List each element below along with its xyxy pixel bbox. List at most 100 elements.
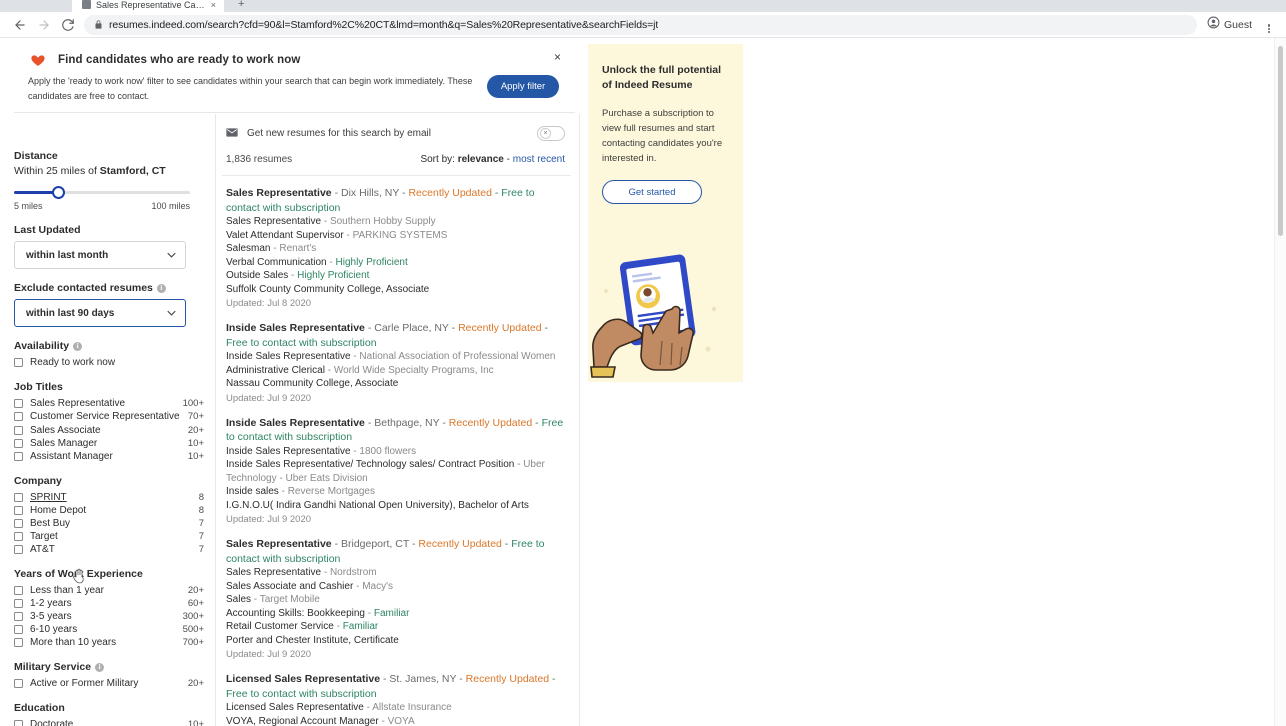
tab-close-icon[interactable]: ×	[211, 0, 216, 10]
option-count: 7	[198, 531, 204, 542]
list-item[interactable]: 3-5 years 300+	[14, 609, 204, 622]
list-item[interactable]: AT&T 7	[14, 542, 204, 555]
list-item[interactable]: Less than 1 year 20+	[14, 583, 204, 596]
list-item[interactable]: Assistant Manager 10+	[14, 449, 204, 462]
option-label: 1-2 years	[30, 598, 72, 609]
checkbox[interactable]	[14, 545, 23, 554]
detail-role: Inside Sales Representative/ Technology …	[226, 459, 515, 470]
distance-slider[interactable]	[14, 185, 190, 199]
address-bar[interactable]: resumes.indeed.com/search?cfd=90&l=Stamf…	[84, 14, 1197, 35]
filter-company-title: Company	[14, 475, 62, 487]
detail-proficiency: Highly Proficient	[335, 256, 408, 268]
sort-control: Sort by: relevance - most recent	[420, 154, 565, 165]
resume-detail-line: Inside Sales Representative - National A…	[226, 350, 567, 364]
info-icon[interactable]: i	[95, 662, 105, 672]
last-updated-select[interactable]: within last month	[14, 241, 186, 269]
slider-knob[interactable]	[52, 186, 65, 199]
resume-title[interactable]: Sales Representative	[226, 187, 332, 199]
resume-title[interactable]: Inside Sales Representative	[226, 417, 365, 429]
checkbox[interactable]	[14, 399, 23, 408]
resume-card[interactable]: Inside Sales Representative - Carle Plac…	[222, 311, 571, 406]
list-item[interactable]: Customer Service Representative 70+	[14, 409, 204, 423]
list-item[interactable]: Sales Associate 20+	[14, 423, 204, 436]
resume-title[interactable]: Inside Sales Representative	[226, 322, 365, 334]
resume-header[interactable]: Sales Representative - Bridgeport, CT - …	[226, 537, 567, 566]
checkbox[interactable]	[14, 439, 23, 448]
resume-card[interactable]: Licensed Sales Representative - St. Jame…	[222, 662, 571, 726]
list-item[interactable]: Doctorate 10+	[14, 717, 204, 726]
detail-sep: -	[278, 486, 288, 497]
list-item[interactable]: Sales Representative 100+	[14, 396, 204, 409]
sort-most-recent-link[interactable]: most recent	[513, 154, 565, 165]
filter-education: Education Doctorate 10+ Masters 100+	[14, 702, 214, 726]
checkbox[interactable]	[14, 599, 23, 608]
apply-filter-button[interactable]: Apply filter	[487, 75, 559, 98]
checkbox[interactable]	[14, 412, 23, 421]
tab-strip: Sales Representative Candidat… × +	[0, 0, 1286, 12]
forward-arrow-icon[interactable]	[32, 13, 56, 37]
list-item[interactable]: Ready to work now	[14, 355, 204, 368]
reload-icon[interactable]	[56, 13, 80, 37]
checkbox[interactable]	[14, 426, 23, 435]
resume-location: - Bridgeport, CT -	[331, 538, 419, 550]
checkbox[interactable]	[14, 625, 23, 634]
slider-labels: 5 miles 100 miles	[14, 201, 190, 211]
option-count: 10+	[187, 438, 204, 449]
checkbox[interactable]	[14, 720, 23, 726]
checkbox[interactable]	[14, 358, 23, 367]
list-item[interactable]: More than 10 years 700+	[14, 635, 204, 648]
info-icon[interactable]: i	[73, 341, 83, 351]
resume-header[interactable]: Sales Representative - Dix Hills, NY - R…	[226, 186, 567, 215]
resume-title[interactable]: Sales Representative	[226, 538, 332, 550]
resume-detail-line: Salesman - Renart's	[226, 242, 567, 256]
kebab-menu-icon[interactable]	[1260, 23, 1278, 33]
page-scrollbar-thumb[interactable]	[1278, 46, 1283, 236]
resume-card[interactable]: Sales Representative - Dix Hills, NY - R…	[222, 176, 571, 311]
get-started-button[interactable]: Get started	[602, 180, 702, 204]
resume-header[interactable]: Inside Sales Representative - Bethpage, …	[226, 416, 567, 445]
checkbox[interactable]	[14, 493, 23, 502]
checkbox[interactable]	[14, 506, 23, 515]
browser-tab[interactable]: Sales Representative Candidat… ×	[72, 0, 224, 12]
checkbox[interactable]	[14, 612, 23, 621]
detail-company: VOYA	[387, 715, 415, 726]
checkbox[interactable]	[14, 679, 23, 688]
chevron-down-icon	[167, 309, 176, 318]
resume-card[interactable]: Inside Sales Representative - Bethpage, …	[222, 406, 571, 528]
back-arrow-icon[interactable]	[8, 13, 32, 37]
resume-updated: Updated: Jul 9 2020	[226, 514, 312, 525]
envelope-icon	[226, 124, 238, 142]
option-label[interactable]: SPRINT	[30, 491, 192, 504]
resume-card[interactable]: Sales Representative - Bridgeport, CT - …	[222, 527, 571, 662]
profile-chip[interactable]: Guest	[1203, 15, 1260, 35]
checkbox[interactable]	[14, 586, 23, 595]
list-item[interactable]: Best Buy 7	[14, 516, 204, 529]
list-item[interactable]: 1-2 years 60+	[14, 596, 204, 609]
exclude-contacted-select[interactable]: within last 90 days	[14, 299, 186, 327]
info-icon[interactable]: i	[156, 283, 166, 293]
sort-prefix: Sort by:	[420, 154, 458, 165]
resume-header[interactable]: Licensed Sales Representative - St. Jame…	[226, 672, 567, 701]
new-tab-button[interactable]: +	[238, 0, 244, 10]
list-item[interactable]: Target 7	[14, 529, 204, 542]
checkbox[interactable]	[14, 532, 23, 541]
checkbox[interactable]	[14, 452, 23, 461]
detail-role: Sales	[226, 594, 252, 605]
close-icon[interactable]: ×	[554, 51, 561, 63]
checkbox[interactable]	[14, 638, 23, 647]
list-item[interactable]: Active or Former Military 20+	[14, 676, 204, 689]
filter-experience: Years of Work Experience Less than 1 yea…	[14, 568, 214, 648]
resume-detail-line: I.G.N.O.U( Indira Gandhi National Open U…	[226, 499, 567, 513]
list-item[interactable]: Home Depot 8	[14, 503, 204, 516]
filter-exclude-contacted-title: Exclude contacted resumes i	[14, 282, 214, 294]
resume-detail-line: Nassau Community College, Associate	[226, 377, 567, 391]
list-item[interactable]: SPRINT 8	[14, 490, 204, 503]
list-item[interactable]: 6-10 years 500+	[14, 622, 204, 635]
resume-header[interactable]: Inside Sales Representative - Carle Plac…	[226, 321, 567, 350]
url-text: resumes.indeed.com/search?cfd=90&l=Stamf…	[109, 18, 659, 31]
email-alert-toggle[interactable]: ×	[537, 125, 565, 141]
list-item[interactable]: Sales Manager 10+	[14, 436, 204, 449]
resume-title[interactable]: Licensed Sales Representative	[226, 673, 380, 685]
resume-updated: Updated: Jul 9 2020	[226, 392, 312, 404]
checkbox[interactable]	[14, 519, 23, 528]
